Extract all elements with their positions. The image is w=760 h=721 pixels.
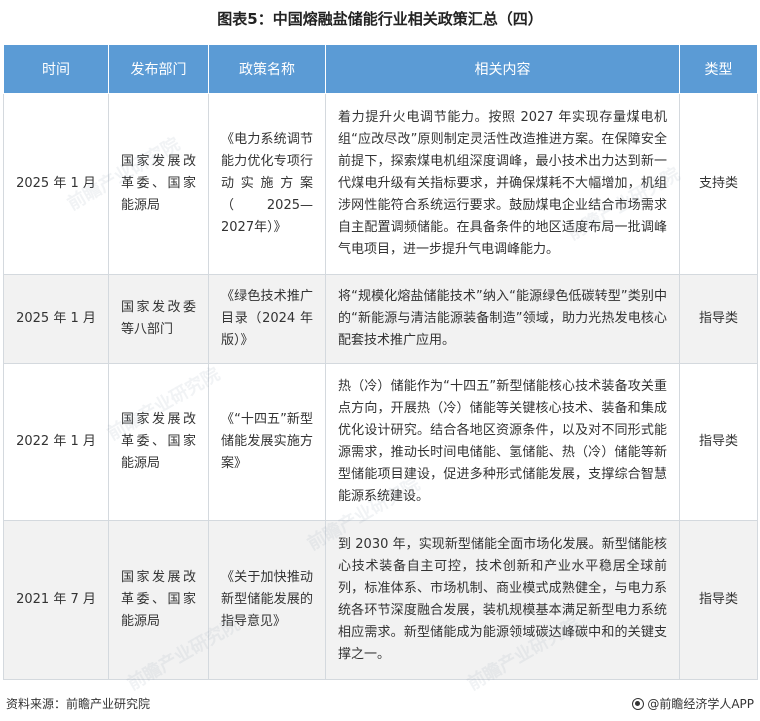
- table-row: 2021 年 7 月 国家发展改革委、国家能源局 《关于加快推动新型储能发展的指…: [3, 520, 758, 680]
- cell-type: 支持类: [679, 93, 758, 275]
- cell-time: 2021 年 7 月: [3, 520, 109, 680]
- cell-time: 2022 年 1 月: [3, 363, 109, 521]
- cell-policy-name: 《“十四五”新型储能发展实施方案》: [208, 363, 326, 521]
- cell-policy-name: 《电力系统调节能力优化专项行动实施方案（2025—2027年）》: [208, 93, 326, 275]
- cell-dept: 国家发展改革委、国家能源局: [108, 93, 209, 275]
- page-title: 图表5：中国熔融盐储能行业相关政策汇总（四）: [217, 10, 543, 28]
- table-row: 2025 年 1 月 国家发改委等八部门 《绿色技术推广目录（2024 年版）》…: [3, 274, 758, 364]
- policy-table: 时间 发布部门 政策名称 相关内容 类型 2025 年 1 月 国家发展改革委、…: [3, 44, 758, 680]
- cell-content: 将“规模化熔盐储能技术”纳入“能源绿色低碳转型”类别中的“新能源与清洁能源装备制…: [325, 274, 680, 364]
- header-name: 政策名称: [208, 44, 326, 94]
- header-time: 时间: [3, 44, 109, 94]
- header-type: 类型: [679, 44, 758, 94]
- header-content: 相关内容: [325, 44, 680, 94]
- source-note: 资料来源：前瞻产业研究院: [6, 697, 151, 711]
- cell-time: 2025 年 1 月: [3, 93, 109, 275]
- cell-type: 指导类: [679, 274, 758, 364]
- cell-content: 着力提升火电调节能力。按照 2027 年实现存量煤电机组“应改尽改”原则制定灵活…: [325, 93, 680, 275]
- brand-credit: @前瞻经济学人APP: [632, 695, 754, 712]
- cell-content: 到 2030 年，实现新型储能全面市场化发展。新型储能核心技术装备自主可控，技术…: [325, 520, 680, 680]
- cell-time: 2025 年 1 月: [3, 274, 109, 364]
- cell-policy-name: 《绿色技术推广目录（2024 年版）》: [208, 274, 326, 364]
- cell-type: 指导类: [679, 520, 758, 680]
- qianzhan-logo-icon: [632, 697, 645, 710]
- header-dept: 发布部门: [108, 44, 209, 94]
- cell-content: 热（冷）储能作为“十四五”新型储能核心技术装备攻关重点方向，开展热（冷）储能等关…: [325, 363, 680, 521]
- table-header-row: 时间 发布部门 政策名称 相关内容 类型: [3, 44, 758, 94]
- table-row: 2022 年 1 月 国家发展改革委、国家能源局 《“十四五”新型储能发展实施方…: [3, 363, 758, 521]
- footer: 资料来源：前瞻产业研究院 @前瞻经济学人APP: [0, 695, 760, 717]
- cell-dept: 国家发展改革委、国家能源局: [108, 520, 209, 680]
- table-row: 2025 年 1 月 国家发展改革委、国家能源局 《电力系统调节能力优化专项行动…: [3, 93, 758, 275]
- cell-type: 指导类: [679, 363, 758, 521]
- brand-text: @前瞻经济学人APP: [647, 697, 754, 711]
- cell-dept: 国家发改委等八部门: [108, 274, 209, 364]
- cell-dept: 国家发展改革委、国家能源局: [108, 363, 209, 521]
- cell-policy-name: 《关于加快推动新型储能发展的指导意见》: [208, 520, 326, 680]
